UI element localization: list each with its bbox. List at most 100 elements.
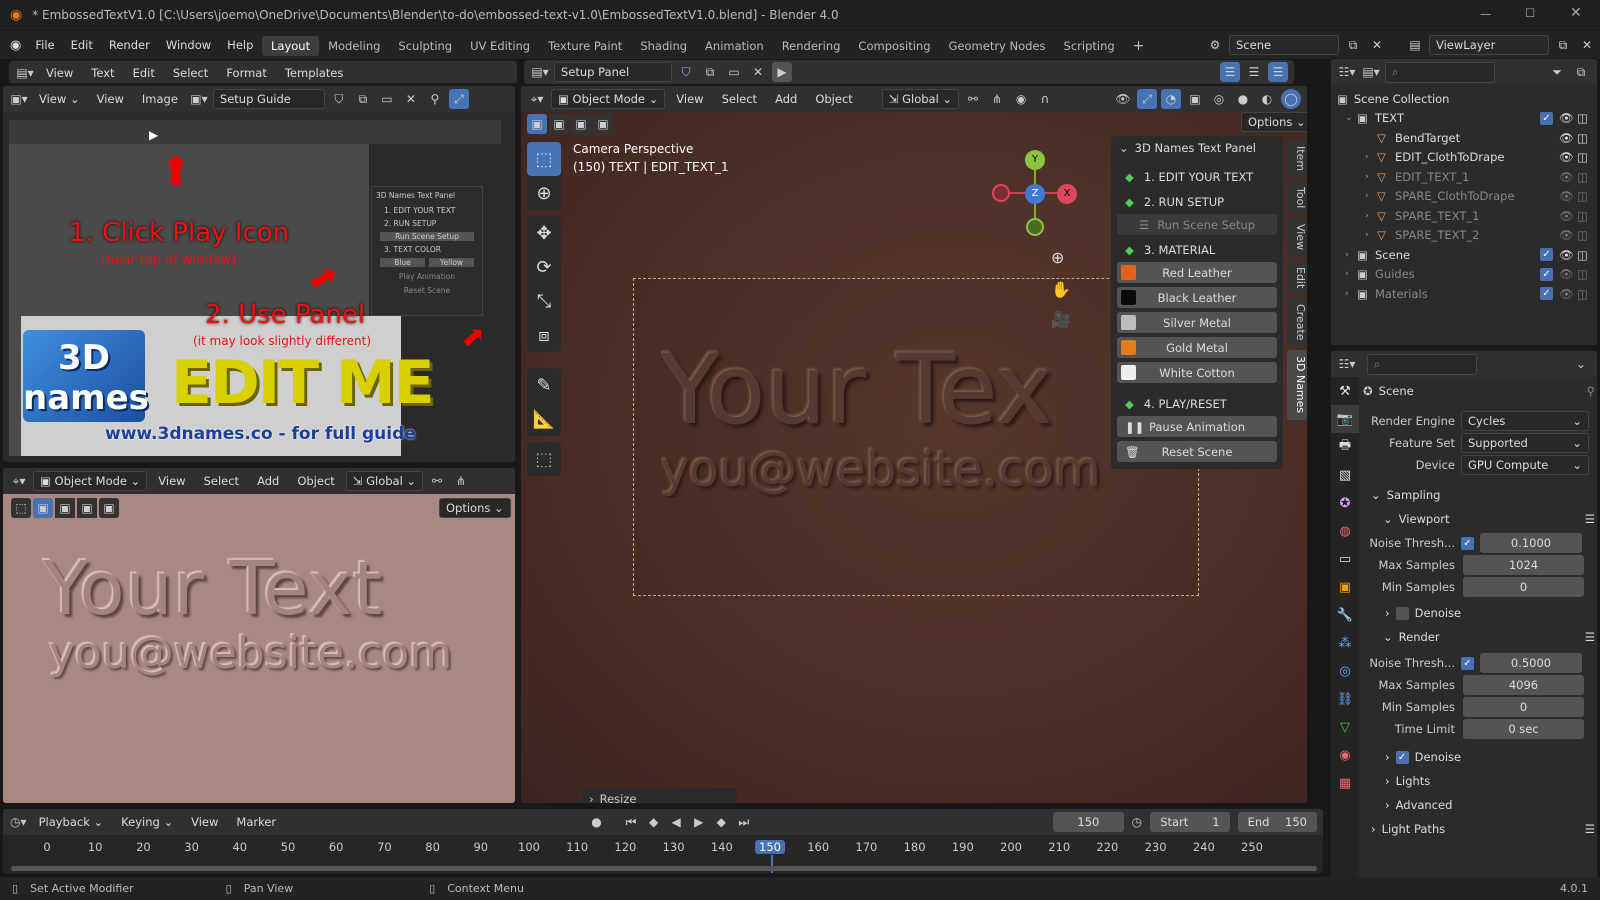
menu-edit[interactable]: Edit [63,38,101,52]
render-camera-icon[interactable]: ◫ [1577,189,1591,203]
scene-collection[interactable]: ▣ Scene Collection [1337,89,1591,109]
menu-help[interactable]: Help [219,38,261,52]
image-fake-user-icon[interactable]: ⛉ [329,89,349,109]
new-view-layer-icon[interactable]: ⧉ [1553,35,1573,55]
outliner-row[interactable]: › ▽ SPARE_ClothToDrape 👁 ◫ [1337,187,1591,207]
vs-menu-add[interactable]: Add [250,472,286,490]
add-cube-tool-icon[interactable]: ⬚ [527,442,561,476]
new-text-icon[interactable]: ⧉ [700,62,720,82]
vp-xray-icon[interactable]: ▣ [1185,89,1205,109]
record-icon[interactable]: ● [587,812,606,832]
tab-layout[interactable]: Layout [262,36,320,56]
tab-scripting[interactable]: Scripting [1055,36,1124,56]
render-min-field[interactable]: 0 [1463,697,1584,717]
render-camera-icon[interactable]: ◫ [1577,209,1591,223]
vp-select-new-icon[interactable]: ▣ [527,114,547,134]
render-denoise-subpanel[interactable]: › ✓ Denoise [1363,745,1595,769]
object-mode-dropdown[interactable]: ▣ Object Mode ⌄ [551,89,666,109]
gizmo-toggle-icon[interactable]: ⤢ [448,89,469,109]
move-tool-icon[interactable]: ✥ [527,216,561,250]
tab-view[interactable]: View [1287,218,1307,257]
vs-snap-icon[interactable]: ⋔ [451,471,471,491]
pause-animation-button[interactable]: ❚❚ Pause Animation [1117,416,1277,437]
syntax-highlight-icon[interactable]: ☰ [1268,62,1288,82]
view-layer-tab-icon[interactable]: ▧ [1331,461,1359,489]
sampling-panel[interactable]: ⌄ Sampling [1363,483,1595,507]
vs-orientation[interactable]: ⇲ Global ⌄ [345,471,424,491]
render-camera-icon[interactable]: ◫ [1577,267,1591,281]
modifier-tab-icon[interactable]: 🔧 [1331,601,1359,629]
tab-rendering[interactable]: Rendering [773,36,850,56]
visibility-eye-icon[interactable]: 👁 [1559,150,1577,164]
script-file-field[interactable]: Setup Panel [554,62,672,82]
tab-edit[interactable]: Edit [1287,260,1307,294]
vs-select-new-icon[interactable]: ▣ [33,498,53,518]
pin-image-icon[interactable]: ⚲ [425,89,445,109]
vp-menu-object[interactable]: Object [808,90,859,108]
current-frame-field[interactable]: 150 [1053,812,1124,832]
outliner-row[interactable]: › ▽ SPARE_TEXT_2 👁 ◫ [1337,226,1591,246]
text-menu-format[interactable]: Format [219,64,274,82]
tab-shading[interactable]: Shading [631,36,696,56]
vp-menu-add[interactable]: Add [768,90,804,108]
editor-type-icon[interactable]: ▤▾ [15,63,35,83]
tab-geometry-nodes[interactable]: Geometry Nodes [940,36,1055,56]
unlink-image-icon[interactable]: ✕ [401,89,421,109]
delete-scene-icon[interactable]: ✕ [1367,35,1387,55]
render-denoise-checkbox[interactable]: ✓ [1395,750,1409,764]
word-wrap-icon[interactable]: ☰ [1244,62,1264,82]
viewport-noise-checkbox[interactable]: ✓ [1461,536,1474,550]
render-noise-field[interactable]: 0.5000 [1480,653,1582,673]
object-tab-icon[interactable]: ▣ [1331,573,1359,601]
text-menu-edit[interactable]: Edit [126,64,162,82]
render-tab-icon[interactable]: 📷 [1331,405,1359,433]
image-editor-type-icon[interactable]: ▣▾ [9,89,29,109]
minimize-icon[interactable]: — [1480,7,1492,21]
vp-wireframe-icon[interactable]: ◎ [1209,89,1229,109]
render-camera-icon[interactable]: ◫ [1577,150,1591,164]
gizmo-neg-x[interactable] [992,184,1010,202]
vp-rendered-icon[interactable]: ◯ [1281,89,1301,109]
data-tab-icon[interactable]: ▽ [1331,713,1359,741]
feature-set-dropdown[interactable]: Supported ⌄ [1461,433,1589,453]
texture-tab-icon[interactable]: ▦ [1331,769,1359,797]
vp-select-invert-icon[interactable]: ▣ [593,114,613,134]
render-camera-icon[interactable]: ◫ [1577,228,1591,242]
viewport-subpanel[interactable]: ⌄ Viewport ☰ [1363,507,1595,531]
resize-operator-panel[interactable]: › Resize [581,788,737,803]
new-collection-icon[interactable]: ⧉ [1571,62,1591,82]
vs-options-button[interactable]: Options ⌄ [439,498,511,518]
properties-options-icon[interactable]: ⌄ [1571,354,1591,374]
vs-text-line1[interactable]: Your Text [43,546,383,632]
text-menu-view[interactable]: View [39,64,80,82]
viewport-denoise-checkbox[interactable] [1395,606,1409,620]
render-camera-icon[interactable]: ◫ [1577,131,1591,145]
tl-menu-marker[interactable]: Marker [229,813,283,831]
play-reverse-icon[interactable]: ◀ [667,812,686,832]
viewport-min-field[interactable]: 0 [1463,577,1584,597]
cursor-tool-icon[interactable]: ⊕ [527,176,561,210]
vp-gizmo-icon[interactable]: ⤢ [1137,89,1157,109]
vp-proportional-icon[interactable]: ◉ [1011,89,1031,109]
visibility-eye-icon[interactable]: 👁 [1559,189,1577,203]
select-box-tool-icon[interactable]: ⬚ [527,142,561,176]
next-keyframe-icon[interactable]: ◆ [712,812,731,832]
open-text-icon[interactable]: ▭ [724,62,744,82]
play-icon[interactable]: ▶ [689,812,708,832]
vs-select-subtract-icon[interactable]: ▣ [77,498,97,518]
outliner-row[interactable]: › ▣ Materials ✓ 👁 ◫ [1337,284,1591,304]
camera-view-icon[interactable]: 🎥 [1051,310,1071,329]
outliner-row[interactable]: › ▣ Guides ✓ 👁 ◫ [1337,265,1591,285]
image-name-field[interactable]: Setup Guide [212,89,325,109]
gizmo-neg-y[interactable] [1026,218,1044,236]
material-button[interactable]: Silver Metal [1117,312,1277,333]
render-engine-dropdown[interactable]: Cycles ⌄ [1461,411,1589,431]
render-camera-icon[interactable]: ◫ [1577,111,1591,125]
physics-tab-icon[interactable]: ◎ [1331,657,1359,685]
vp-menu-select[interactable]: Select [715,90,764,108]
properties-search-input[interactable]: ⌕ [1367,353,1477,375]
vs-text-line2[interactable]: you@website.com [49,628,452,679]
navigation-gizmo[interactable]: Y X Z [991,148,1081,238]
filter-icon[interactable]: ⏷ [1547,62,1567,82]
visibility-eye-icon[interactable]: 👁 [1559,209,1577,223]
